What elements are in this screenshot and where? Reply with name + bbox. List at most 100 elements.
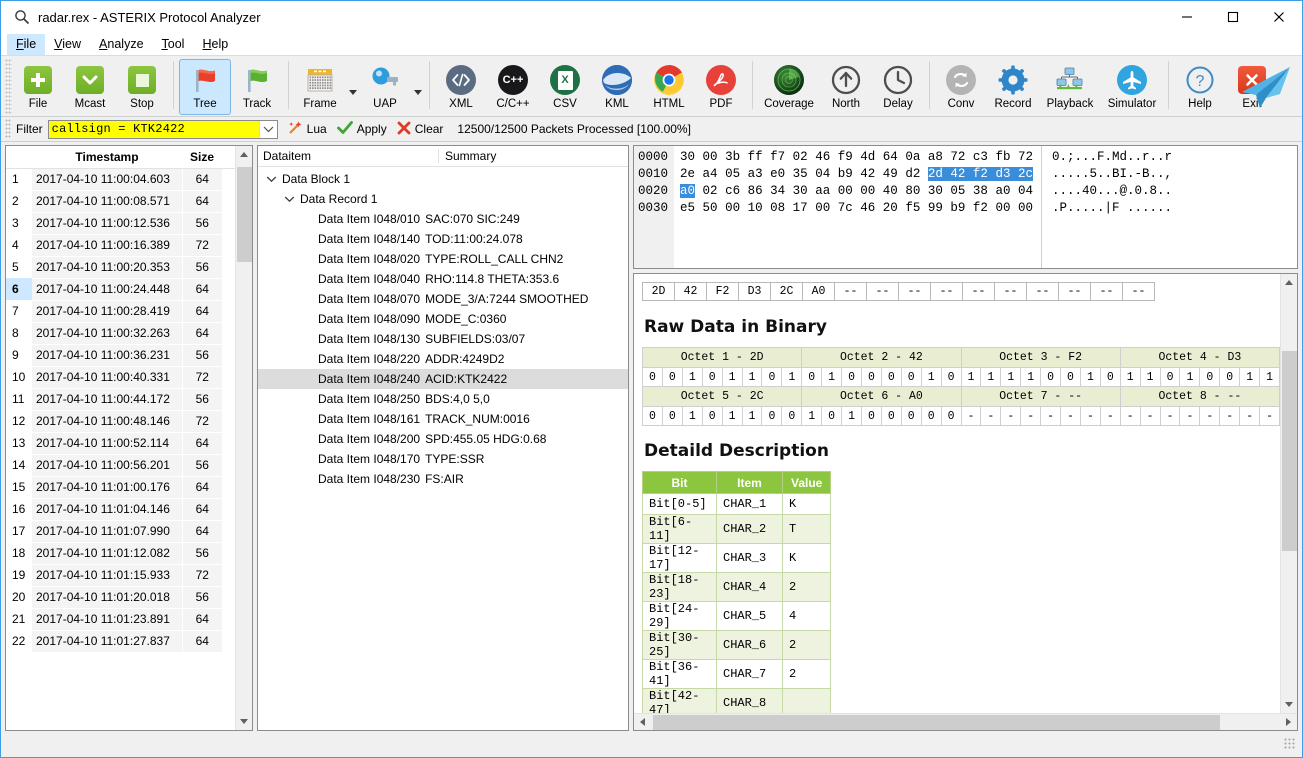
toolbar-button-track[interactable]: Track: [231, 59, 283, 115]
scroll-track[interactable]: [651, 714, 1280, 731]
hex-byte[interactable]: 46: [815, 150, 830, 164]
scroll-track[interactable]: [1281, 291, 1298, 696]
toolbar-button-html[interactable]: HTML: [643, 59, 695, 115]
hex-byte[interactable]: 17: [793, 201, 808, 215]
hex-byte[interactable]: 08: [770, 201, 785, 215]
chevron-down-icon[interactable]: [264, 175, 278, 183]
packet-row[interactable]: 7 2017-04-10 11:00:28.419 64: [6, 300, 235, 323]
hex-byte[interactable]: a0: [995, 184, 1010, 198]
hex-byte[interactable]: e5: [680, 201, 695, 215]
hex-byte[interactable]: 50: [703, 201, 718, 215]
hex-byte[interactable]: 42: [950, 167, 966, 181]
hex-byte[interactable]: 34: [770, 184, 785, 198]
packet-row[interactable]: 15 2017-04-10 11:01:00.176 64: [6, 476, 235, 499]
hex-byte[interactable]: 04: [815, 167, 830, 181]
packet-row[interactable]: 22 2017-04-10 11:01:27.837 64: [6, 630, 235, 653]
hex-byte[interactable]: e0: [770, 167, 785, 181]
hex-byte-line[interactable]: e5 50 00 10 08 17 00 7c 46 20 f5 99 b9 f…: [680, 201, 1033, 218]
byte-chip[interactable]: F2: [706, 282, 739, 301]
toolbar-grip[interactable]: [5, 59, 12, 115]
packet-row[interactable]: 4 2017-04-10 11:00:16.389 72: [6, 234, 235, 257]
byte-chip[interactable]: --: [1058, 282, 1091, 301]
hex-byte[interactable]: 80: [905, 184, 920, 198]
toolbar-button-uap[interactable]: UAP: [359, 59, 411, 115]
hex-byte[interactable]: 10: [748, 201, 763, 215]
packet-row[interactable]: 16 2017-04-10 11:01:04.146 64: [6, 498, 235, 521]
packet-row[interactable]: 13 2017-04-10 11:00:52.114 64: [6, 432, 235, 455]
resize-grip[interactable]: [1284, 738, 1296, 750]
hex-byte[interactable]: 7c: [838, 201, 853, 215]
hex-byte[interactable]: 99: [928, 201, 943, 215]
clear-button[interactable]: Clear: [397, 121, 443, 138]
hex-byte[interactable]: f7: [770, 150, 785, 164]
toolbar-button-record[interactable]: Record: [987, 59, 1039, 115]
byte-chip[interactable]: D3: [738, 282, 771, 301]
packet-list-vertical-scrollbar[interactable]: [235, 146, 252, 730]
tree-leaf[interactable]: Data Item I048/140 TOD:11:00:24.078: [258, 229, 628, 249]
toolbar-button-help[interactable]: ? Help: [1174, 59, 1226, 115]
hex-byte[interactable]: a4: [703, 167, 718, 181]
toolbar-button-playback[interactable]: Playback: [1039, 59, 1101, 115]
hex-byte[interactable]: 00: [860, 184, 875, 198]
filter-input[interactable]: [48, 120, 259, 138]
scroll-right-arrow[interactable]: [1280, 714, 1297, 731]
tree-branch[interactable]: Data Record 1: [258, 189, 628, 209]
byte-chip[interactable]: A0: [802, 282, 835, 301]
hex-byte[interactable]: 05: [950, 184, 965, 198]
hex-byte[interactable]: 00: [1018, 201, 1033, 215]
scroll-left-arrow[interactable]: [634, 714, 651, 731]
hex-byte[interactable]: 00: [725, 201, 740, 215]
hex-byte[interactable]: 72: [950, 150, 965, 164]
hex-byte[interactable]: f2: [972, 167, 988, 181]
toolbar-button-c-c-[interactable]: C++ C/C++: [487, 59, 539, 115]
hex-bytes-column[interactable]: 30 00 3b ff f7 02 46 f9 4d 64 0a a8 72 c…: [674, 146, 1033, 268]
scroll-up-arrow[interactable]: [1281, 274, 1298, 291]
packet-row[interactable]: 3 2017-04-10 11:00:12.536 56: [6, 212, 235, 235]
toolbar-button-frame[interactable]: Frame: [294, 59, 346, 115]
packet-row[interactable]: 8 2017-04-10 11:00:32.263 64: [6, 322, 235, 345]
byte-chip[interactable]: --: [1090, 282, 1123, 301]
packet-row[interactable]: 5 2017-04-10 11:00:20.353 56: [6, 256, 235, 279]
packet-row[interactable]: 21 2017-04-10 11:01:23.891 64: [6, 608, 235, 631]
hex-byte[interactable]: f2: [973, 201, 988, 215]
hex-byte[interactable]: b9: [950, 201, 965, 215]
hex-byte[interactable]: 64: [883, 150, 898, 164]
hex-dump-view[interactable]: 0000 0010 0020 0030 30 00 3b ff f7 02 46 f9…: [634, 146, 1297, 268]
packet-row[interactable]: 18 2017-04-10 11:01:12.082 56: [6, 542, 235, 565]
scroll-thumb[interactable]: [236, 167, 252, 262]
byte-chip[interactable]: --: [1026, 282, 1059, 301]
hex-byte[interactable]: 05: [725, 167, 740, 181]
hex-byte[interactable]: 00: [838, 184, 853, 198]
lua-button[interactable]: Lua: [288, 120, 327, 138]
toolbar-button-mcast[interactable]: Mcast: [64, 59, 116, 115]
tree-leaf[interactable]: Data Item I048/040 RHO:114.8 THETA:353.6: [258, 269, 628, 289]
hex-byte[interactable]: fb: [995, 150, 1010, 164]
scroll-thumb[interactable]: [653, 714, 1220, 730]
byte-chip[interactable]: 2D: [642, 282, 675, 301]
hex-byte[interactable]: 00: [815, 201, 830, 215]
hex-byte[interactable]: 42: [860, 167, 875, 181]
hex-byte-line[interactable]: 30 00 3b ff f7 02 46 f9 4d 64 0a a8 72 c…: [680, 150, 1033, 167]
scroll-track[interactable]: [236, 163, 253, 713]
hex-byte[interactable]: f5: [905, 201, 920, 215]
toolbar-button-file[interactable]: File: [12, 59, 64, 115]
toolbar-button-stop[interactable]: Stop: [116, 59, 168, 115]
tree-leaf[interactable]: Data Item I048/230 FS:AIR: [258, 469, 628, 489]
hex-byte[interactable]: 2c: [1017, 167, 1033, 181]
tree-leaf[interactable]: Data Item I048/130 SUBFIELDS:03/07: [258, 329, 628, 349]
hex-byte[interactable]: 40: [883, 184, 898, 198]
toolbar-button-simulator[interactable]: Simulator: [1101, 59, 1163, 115]
toolbar-button-delay[interactable]: Delay: [872, 59, 924, 115]
hex-byte[interactable]: aa: [815, 184, 830, 198]
hex-byte[interactable]: 30: [793, 184, 808, 198]
menu-item-analyze[interactable]: Analyze: [90, 34, 152, 55]
tree-leaf[interactable]: Data Item I048/020 TYPE:ROLL_CALL CHN2: [258, 249, 628, 269]
tree-leaf[interactable]: Data Item I048/010 SAC:070 SIC:249: [258, 209, 628, 229]
hex-byte[interactable]: b9: [838, 167, 853, 181]
tree-leaf[interactable]: Data Item I048/240 ACID:KTK2422: [258, 369, 628, 389]
hex-byte[interactable]: c3: [973, 150, 988, 164]
tree-leaf[interactable]: Data Item I048/220 ADDR:4249D2: [258, 349, 628, 369]
menu-item-view[interactable]: View: [45, 34, 90, 55]
toolbar-button-tree[interactable]: Tree: [179, 59, 231, 115]
packet-row[interactable]: 20 2017-04-10 11:01:20.018 56: [6, 586, 235, 609]
